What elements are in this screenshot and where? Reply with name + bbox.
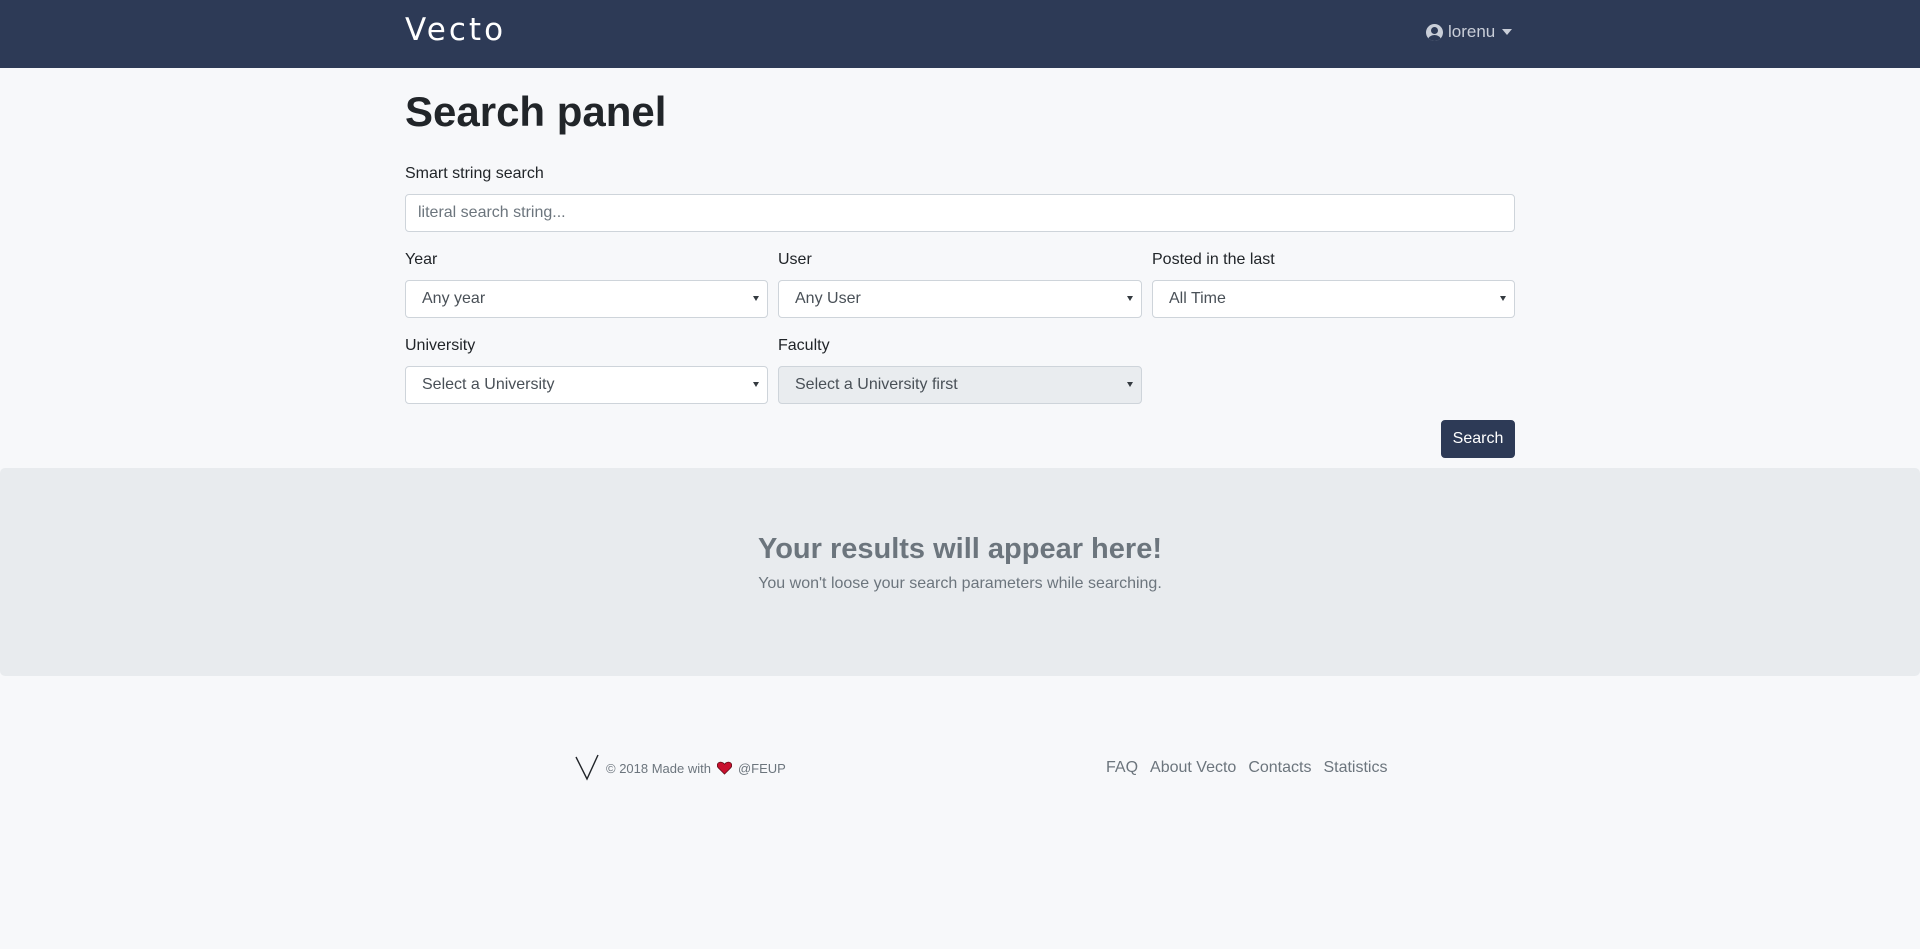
feup-text: @FEUP: [737, 760, 786, 776]
select-arrow-icon: [1127, 296, 1133, 301]
chevron-down-icon: [1502, 29, 1513, 35]
results-title: Your results will appear here!: [758, 533, 1162, 565]
user-name: lorenu: [1448, 22, 1496, 41]
footer-link-statistics[interactable]: Statistics: [1323, 759, 1387, 777]
posted-select-value: All Time: [1169, 290, 1226, 307]
user-select-value: Any User: [795, 290, 861, 307]
footer-link-contacts[interactable]: Contacts: [1248, 759, 1311, 777]
search-button[interactable]: Search: [1441, 420, 1515, 458]
navbar: Vecto lorenu: [0, 0, 1920, 68]
faculty-label: Faculty: [778, 337, 830, 354]
user-label: User: [778, 251, 812, 268]
smart-search-input[interactable]: [405, 194, 1515, 232]
heart-icon: [716, 761, 732, 775]
results-panel: Your results will appear here! You won't…: [0, 468, 1920, 676]
footer-links: FAQ About Vecto Contacts Statistics: [1106, 759, 1387, 777]
select-arrow-icon: [753, 296, 759, 301]
select-arrow-icon: [753, 382, 759, 387]
smart-search-label: Smart string search: [405, 165, 544, 182]
university-label: University: [405, 337, 476, 354]
page-title: Search panel: [405, 88, 667, 135]
user-select[interactable]: Any User: [778, 280, 1142, 318]
university-select[interactable]: Select a University: [405, 366, 768, 404]
select-arrow-icon: [1500, 296, 1506, 301]
v-logo-icon: [575, 754, 599, 781]
results-subtitle: You won't loose your search parameters w…: [758, 575, 1162, 592]
posted-select[interactable]: All Time: [1152, 280, 1515, 318]
posted-label: Posted in the last: [1152, 251, 1275, 268]
footer-link-faq[interactable]: FAQ: [1106, 759, 1138, 777]
brand-logo[interactable]: Vecto: [405, 12, 506, 48]
copyright-text: © 2018 Made with: [606, 760, 711, 776]
faculty-select-value: Select a University first: [795, 376, 958, 393]
select-arrow-icon: [1127, 382, 1133, 387]
footer-link-about[interactable]: About Vecto: [1150, 759, 1236, 777]
year-select-value: Any year: [422, 290, 486, 307]
year-select[interactable]: Any year: [405, 280, 768, 318]
user-circle-icon: [1426, 23, 1443, 41]
year-label: Year: [405, 251, 438, 268]
university-select-value: Select a University: [422, 376, 555, 393]
footer-copyright: © 2018 Made with @FEUP: [574, 754, 786, 782]
faculty-select: Select a University first: [778, 366, 1142, 404]
user-menu-dropdown[interactable]: lorenu: [1426, 22, 1513, 42]
